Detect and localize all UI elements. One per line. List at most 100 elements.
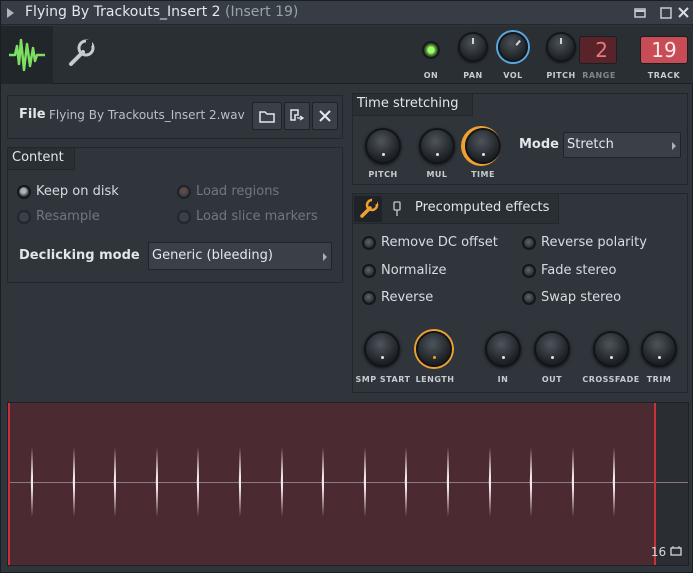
file-panel: File Flying By Trackouts_Insert 2.wav xyxy=(7,95,343,139)
chevron-right-icon xyxy=(672,142,676,150)
ts-time-label: TIME xyxy=(471,170,495,179)
vol-knob-indicator xyxy=(515,39,521,46)
waveform-spike xyxy=(571,447,574,517)
start-marker[interactable] xyxy=(8,403,10,565)
pitch-knob[interactable] xyxy=(546,32,576,62)
window-title: Flying By Trackouts_Insert 2 (Insert 19) xyxy=(25,4,298,20)
trim-label: TRIM xyxy=(646,375,672,384)
waveform-spike xyxy=(113,447,117,517)
vol-knob[interactable] xyxy=(498,32,528,62)
mode-label: Mode xyxy=(519,137,559,152)
content-panel: Content Keep on disk Load regions Resamp… xyxy=(7,147,343,283)
length-knob[interactable] xyxy=(416,331,452,367)
title-bar[interactable]: Flying By Trackouts_Insert 2 (Insert 19) xyxy=(1,1,693,25)
vol-label: VOL xyxy=(503,71,523,80)
track-value[interactable]: 19 xyxy=(640,36,688,64)
load-slice-markers-label: Load slice markers xyxy=(196,209,318,224)
clear-file-button[interactable] xyxy=(312,102,338,130)
waveform-spike xyxy=(363,447,366,517)
track-label: TRACK xyxy=(647,71,681,80)
smp-start-indicator xyxy=(380,356,384,359)
trim-knob[interactable] xyxy=(641,331,677,367)
out-indicator xyxy=(550,356,554,359)
fade-stereo-radio[interactable] xyxy=(522,264,536,278)
smp-start-label: SMP START xyxy=(355,375,411,384)
menu-arrow-icon[interactable] xyxy=(7,8,14,18)
ts-pitch-indicator xyxy=(381,153,385,156)
declicking-mode-label: Declicking mode xyxy=(19,248,140,263)
end-marker[interactable] xyxy=(654,403,656,565)
browse-icon xyxy=(290,109,305,121)
pan-knob[interactable] xyxy=(458,32,488,62)
declicking-mode-select[interactable]: Generic (bleeding) xyxy=(148,242,332,270)
precomputed-effects-header: Precomputed effects xyxy=(353,194,559,224)
ts-pitch-knob[interactable] xyxy=(365,128,401,164)
waveform-spike xyxy=(197,447,200,517)
wrench-icon xyxy=(69,39,95,66)
time-stretching-title: Time stretching xyxy=(353,94,473,116)
close-window-icon[interactable] xyxy=(675,4,693,22)
keep-on-disk-radio[interactable] xyxy=(17,185,31,199)
range-value[interactable]: 2 xyxy=(579,36,617,64)
sampler-tab-button[interactable] xyxy=(1,26,53,84)
waveform-baseline xyxy=(8,482,688,483)
waveform-spike xyxy=(72,447,75,517)
maximize-icon[interactable] xyxy=(657,4,675,22)
remove-dc-offset-radio[interactable] xyxy=(362,236,376,250)
pitch-knob-indicator xyxy=(560,38,562,44)
loop-icon[interactable] xyxy=(670,545,682,557)
resample-radio[interactable] xyxy=(17,210,31,224)
reverse-label: Reverse xyxy=(381,290,434,305)
ts-mul-knob[interactable] xyxy=(419,128,455,164)
pan-knob-indicator xyxy=(472,38,474,44)
window-subtitle: (Insert 19) xyxy=(225,4,299,20)
loop-count: 16 xyxy=(650,545,667,559)
waveform-spike xyxy=(405,447,408,517)
precomputed-effects-panel: Precomputed effects Remove DC offset Rev… xyxy=(352,193,688,393)
swap-stereo-radio[interactable] xyxy=(522,291,536,305)
in-label: IN xyxy=(497,375,509,384)
ts-time-indicator xyxy=(481,153,485,156)
normalize-radio[interactable] xyxy=(362,264,376,278)
in-indicator xyxy=(501,356,505,359)
open-file-button[interactable] xyxy=(252,102,282,130)
declicking-mode-value: Generic (bleeding) xyxy=(152,248,273,263)
ts-mul-label: MUL xyxy=(426,170,448,179)
reverse-polarity-radio[interactable] xyxy=(522,236,536,250)
keep-on-disk-label: Keep on disk xyxy=(36,184,119,199)
wrench-icon xyxy=(360,198,379,218)
out-knob[interactable] xyxy=(534,331,570,367)
waveform-spike xyxy=(280,447,283,517)
crossfade-indicator xyxy=(609,356,613,359)
pan-label: PAN xyxy=(463,71,483,80)
on-label: ON xyxy=(423,71,439,80)
swap-stereo-label: Swap stereo xyxy=(541,290,622,305)
remove-dc-offset-label: Remove DC offset xyxy=(381,235,498,250)
mode-select[interactable]: Stretch xyxy=(563,132,681,158)
crossfade-label: CROSSFADE xyxy=(582,375,640,384)
close-icon xyxy=(319,110,331,122)
load-regions-label: Load regions xyxy=(196,184,280,199)
out-label: OUT xyxy=(541,375,563,384)
fade-stereo-label: Fade stereo xyxy=(541,263,617,278)
content-title: Content xyxy=(8,148,75,170)
ts-time-knob[interactable] xyxy=(465,128,501,164)
load-slice-markers-radio[interactable] xyxy=(177,210,191,224)
in-knob[interactable] xyxy=(485,331,521,367)
on-led-toggle[interactable] xyxy=(422,41,440,59)
close-glyph xyxy=(678,7,689,18)
precomputed-wrench-button[interactable] xyxy=(354,196,382,222)
load-regions-radio[interactable] xyxy=(177,185,191,199)
channel-settings-window: Flying By Trackouts_Insert 2 (Insert 19)… xyxy=(0,0,693,573)
minimize-icon[interactable] xyxy=(631,4,649,22)
waveform-spike xyxy=(30,447,33,517)
settings-tab-button[interactable] xyxy=(59,34,99,74)
waveform-spike xyxy=(155,447,158,517)
smp-start-knob[interactable] xyxy=(364,331,400,367)
waveform-view[interactable]: 16 xyxy=(7,402,689,566)
browse-file-button[interactable] xyxy=(284,102,310,130)
reverse-radio[interactable] xyxy=(362,291,376,305)
crossfade-knob[interactable] xyxy=(593,331,629,367)
waveform-spike xyxy=(446,447,449,517)
waveform-spike xyxy=(321,447,325,517)
